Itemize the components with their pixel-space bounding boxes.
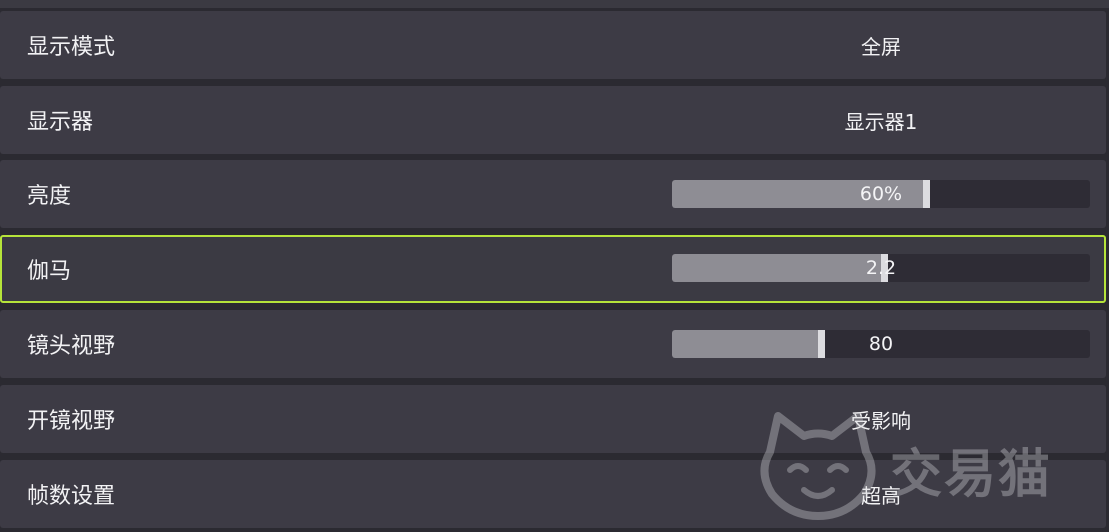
display-mode-value[interactable]: 全屏	[672, 11, 1090, 79]
fov-slider[interactable]: 80	[672, 330, 1090, 358]
monitor-value[interactable]: 显示器1	[672, 86, 1090, 154]
list-top-edge	[0, 0, 1109, 8]
setting-row-display-mode[interactable]: 显示模式 全屏	[0, 11, 1106, 79]
setting-label: 亮度	[27, 184, 72, 209]
framerate-value[interactable]: 超高	[672, 460, 1090, 528]
setting-row-fov[interactable]: 镜头视野 80	[0, 310, 1106, 378]
setting-label: 帧数设置	[27, 484, 116, 509]
brightness-value: 60%	[859, 183, 903, 205]
setting-row-monitor[interactable]: 显示器 显示器1	[0, 86, 1106, 154]
setting-label: 开镜视野	[27, 409, 116, 434]
fov-value: 80	[868, 333, 894, 355]
setting-label: 显示器	[27, 110, 94, 135]
brightness-slider[interactable]: 60%	[672, 180, 1090, 208]
gamma-value: 2.2	[865, 257, 897, 279]
setting-label: 显示模式	[27, 35, 116, 60]
setting-row-scope-fov[interactable]: 开镜视野 受影响	[0, 385, 1106, 453]
setting-row-framerate[interactable]: 帧数设置 超高	[0, 460, 1106, 528]
scope-fov-value[interactable]: 受影响	[672, 385, 1090, 453]
gamma-slider[interactable]: 2.2	[672, 254, 1090, 282]
setting-label: 伽马	[27, 259, 72, 284]
setting-row-brightness[interactable]: 亮度 60%	[0, 160, 1106, 228]
setting-label: 镜头视野	[27, 334, 116, 359]
setting-row-gamma[interactable]: 伽马 2.2	[0, 235, 1106, 303]
